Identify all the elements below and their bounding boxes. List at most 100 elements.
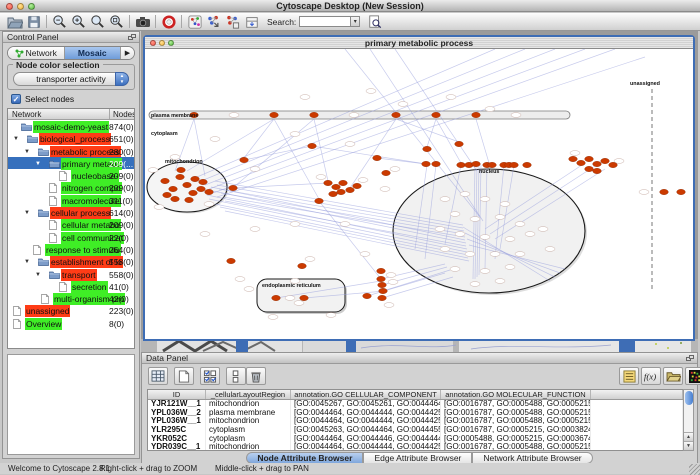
save-session-button[interactable]	[24, 14, 43, 30]
gene-node[interactable]	[363, 293, 372, 298]
tree-row-metabolic-process[interactable]: ▼metabolic process280(0)	[8, 145, 134, 157]
tree-row-mosaic-demo-yeast[interactable]: mosaic-demo-yeast874(0)	[8, 120, 134, 132]
zoom-fit-button[interactable]	[107, 14, 126, 30]
network-tree-header[interactable]: Network Nodes	[8, 109, 134, 120]
search-dropdown-arrow-icon[interactable]: ▾	[351, 16, 360, 27]
import-attribute-file-button[interactable]	[663, 367, 683, 385]
tab-mosaic[interactable]: Mosaic	[65, 47, 122, 59]
column-header-annotation.GO CELLULAR_COMPONENT[interactable]: annotation.GO CELLULAR_COMPONENT	[291, 390, 441, 399]
table-row-YDR039C__1[interactable]: YDR039C__1mitochondrion[GO:0044464, GO:0…	[148, 443, 683, 451]
view-close-button[interactable]	[150, 40, 156, 46]
tree-row-transport[interactable]: ▼transport558(0)	[8, 268, 134, 280]
tree-row-multi-organism-pro[interactable]: multi-organism pro42(0)	[8, 292, 134, 304]
tree-row-cellular-process[interactable]: ▼cellular process614(0)	[8, 206, 134, 218]
gene-node[interactable]	[185, 197, 194, 202]
gene-node[interactable]	[199, 179, 208, 184]
tree-row-cellular-metabo[interactable]: cellular metabo209(0)	[8, 218, 134, 230]
gene-node[interactable]	[227, 258, 236, 263]
tab-overflow-arrow[interactable]: ▶	[121, 47, 134, 59]
tab-network[interactable]: Network	[8, 47, 65, 59]
zoom-in-button[interactable]	[69, 14, 88, 30]
gene-node[interactable]	[422, 161, 431, 166]
scrollbar-thumb[interactable]	[685, 391, 693, 405]
gene-node[interactable]	[300, 295, 309, 300]
node-color-dropdown[interactable]: transporter activity ▲▼	[13, 72, 129, 86]
matrix-view-button[interactable]	[685, 367, 700, 385]
close-button[interactable]	[6, 3, 13, 10]
expander-icon[interactable]: ▼	[35, 158, 41, 170]
tree-row-cell-communicat[interactable]: cell communicat22(0)	[8, 231, 134, 243]
attribute-list-button[interactable]	[619, 367, 639, 385]
unselect-attributes-button[interactable]	[226, 367, 246, 385]
gene-node[interactable]	[593, 168, 602, 173]
column-header-_cellularLayoutRegion[interactable]: _cellularLayoutRegion	[206, 390, 291, 399]
open-file-button[interactable]	[5, 14, 24, 30]
expander-icon[interactable]: ▼	[13, 133, 19, 145]
gene-node[interactable]	[585, 166, 594, 171]
gene-node[interactable]	[382, 170, 391, 175]
gene-node[interactable]	[432, 161, 441, 166]
tree-row-nitrogen-compo[interactable]: nitrogen compo209(0)	[8, 181, 134, 193]
table-row-YLR295C[interactable]: YLR295Ccytoplasm[GO:0045263, GO:0044464,…	[148, 426, 683, 435]
gene-node[interactable]	[176, 174, 185, 179]
gene-node[interactable]	[337, 189, 346, 194]
view-maximize-button[interactable]	[168, 40, 174, 46]
gene-node[interactable]	[455, 141, 464, 146]
gene-node[interactable]	[189, 190, 198, 195]
gene-node[interactable]	[298, 263, 307, 268]
gene-node[interactable]	[377, 268, 386, 273]
gene-node[interactable]	[332, 184, 341, 189]
tree-row-overview[interactable]: Overview8(0)	[8, 317, 134, 329]
delete-attributes-button[interactable]	[246, 367, 266, 385]
zoom-selected-region-button[interactable]	[88, 14, 107, 30]
gene-node[interactable]	[229, 185, 238, 190]
float-panel-icon[interactable]	[128, 34, 136, 41]
gene-node[interactable]	[329, 191, 338, 196]
gene-node[interactable]	[339, 180, 348, 185]
float-panel-icon[interactable]	[686, 355, 694, 362]
gene-node[interactable]	[577, 160, 586, 165]
gene-node[interactable]	[171, 196, 180, 201]
tree-row-primary-metabo[interactable]: ▼primary metabo209(...	[8, 157, 134, 169]
gene-node[interactable]	[177, 167, 186, 172]
tree-row-nucleobase-[interactable]: nucleobase-209(0)	[8, 169, 134, 181]
gene-node[interactable]	[601, 158, 610, 163]
gene-node[interactable]	[609, 162, 618, 167]
select-nodes-checkbox[interactable]: ✓	[11, 94, 21, 104]
gene-node[interactable]	[377, 276, 386, 281]
gene-node[interactable]	[346, 187, 355, 192]
show-table-button[interactable]	[148, 367, 168, 385]
table-row-YPL036W__1[interactable]: YPL036W__1mitochondrion[GO:0044464, GO:0…	[148, 417, 683, 426]
column-header-annotation.GO MOLECULAR_FUNCTION[interactable]: annotation.GO MOLECULAR_FUNCTION	[441, 390, 591, 399]
scroll-up-arrow[interactable]: ▲	[684, 432, 693, 441]
dropdown-stepper-icon[interactable]: ▲▼	[115, 72, 129, 86]
gene-node[interactable]	[378, 282, 387, 287]
show-network-overview-button[interactable]	[185, 14, 204, 30]
gene-node[interactable]	[569, 156, 578, 161]
view-minimize-button[interactable]	[159, 40, 165, 46]
import-table-button[interactable]	[242, 14, 261, 30]
gene-node[interactable]	[593, 161, 602, 166]
gene-node[interactable]	[163, 192, 172, 197]
gene-node[interactable]	[308, 143, 317, 148]
gene-node[interactable]	[523, 162, 532, 167]
zoom-out-button[interactable]	[50, 14, 69, 30]
scroll-down-arrow[interactable]: ▼	[684, 441, 693, 450]
select-attributes-button[interactable]	[200, 367, 220, 385]
gene-node[interactable]	[310, 112, 319, 117]
column-header-blank[interactable]	[591, 390, 683, 399]
tree-row-response-to-stimulu[interactable]: response to stimulu264(0)	[8, 243, 134, 255]
expander-icon[interactable]: ▼	[24, 256, 30, 268]
create-column-button[interactable]	[174, 367, 194, 385]
gene-node[interactable]	[183, 182, 192, 187]
gene-node[interactable]	[472, 112, 481, 117]
network-canvas[interactable]: plasma membranecytoplasmmitochondrionnuc…	[145, 49, 693, 339]
gene-node[interactable]	[353, 183, 362, 188]
gene-node[interactable]	[488, 162, 497, 167]
gene-node[interactable]	[240, 157, 249, 162]
help-lifering-button[interactable]	[159, 14, 178, 30]
column-header-ID[interactable]: ID	[148, 390, 206, 399]
table-row-YPL036W__2[interactable]: YPL036W__2plasma membrane[GO:0044464, GO…	[148, 409, 683, 418]
maximize-button[interactable]	[28, 3, 35, 10]
annotation-network-button[interactable]	[223, 14, 242, 30]
